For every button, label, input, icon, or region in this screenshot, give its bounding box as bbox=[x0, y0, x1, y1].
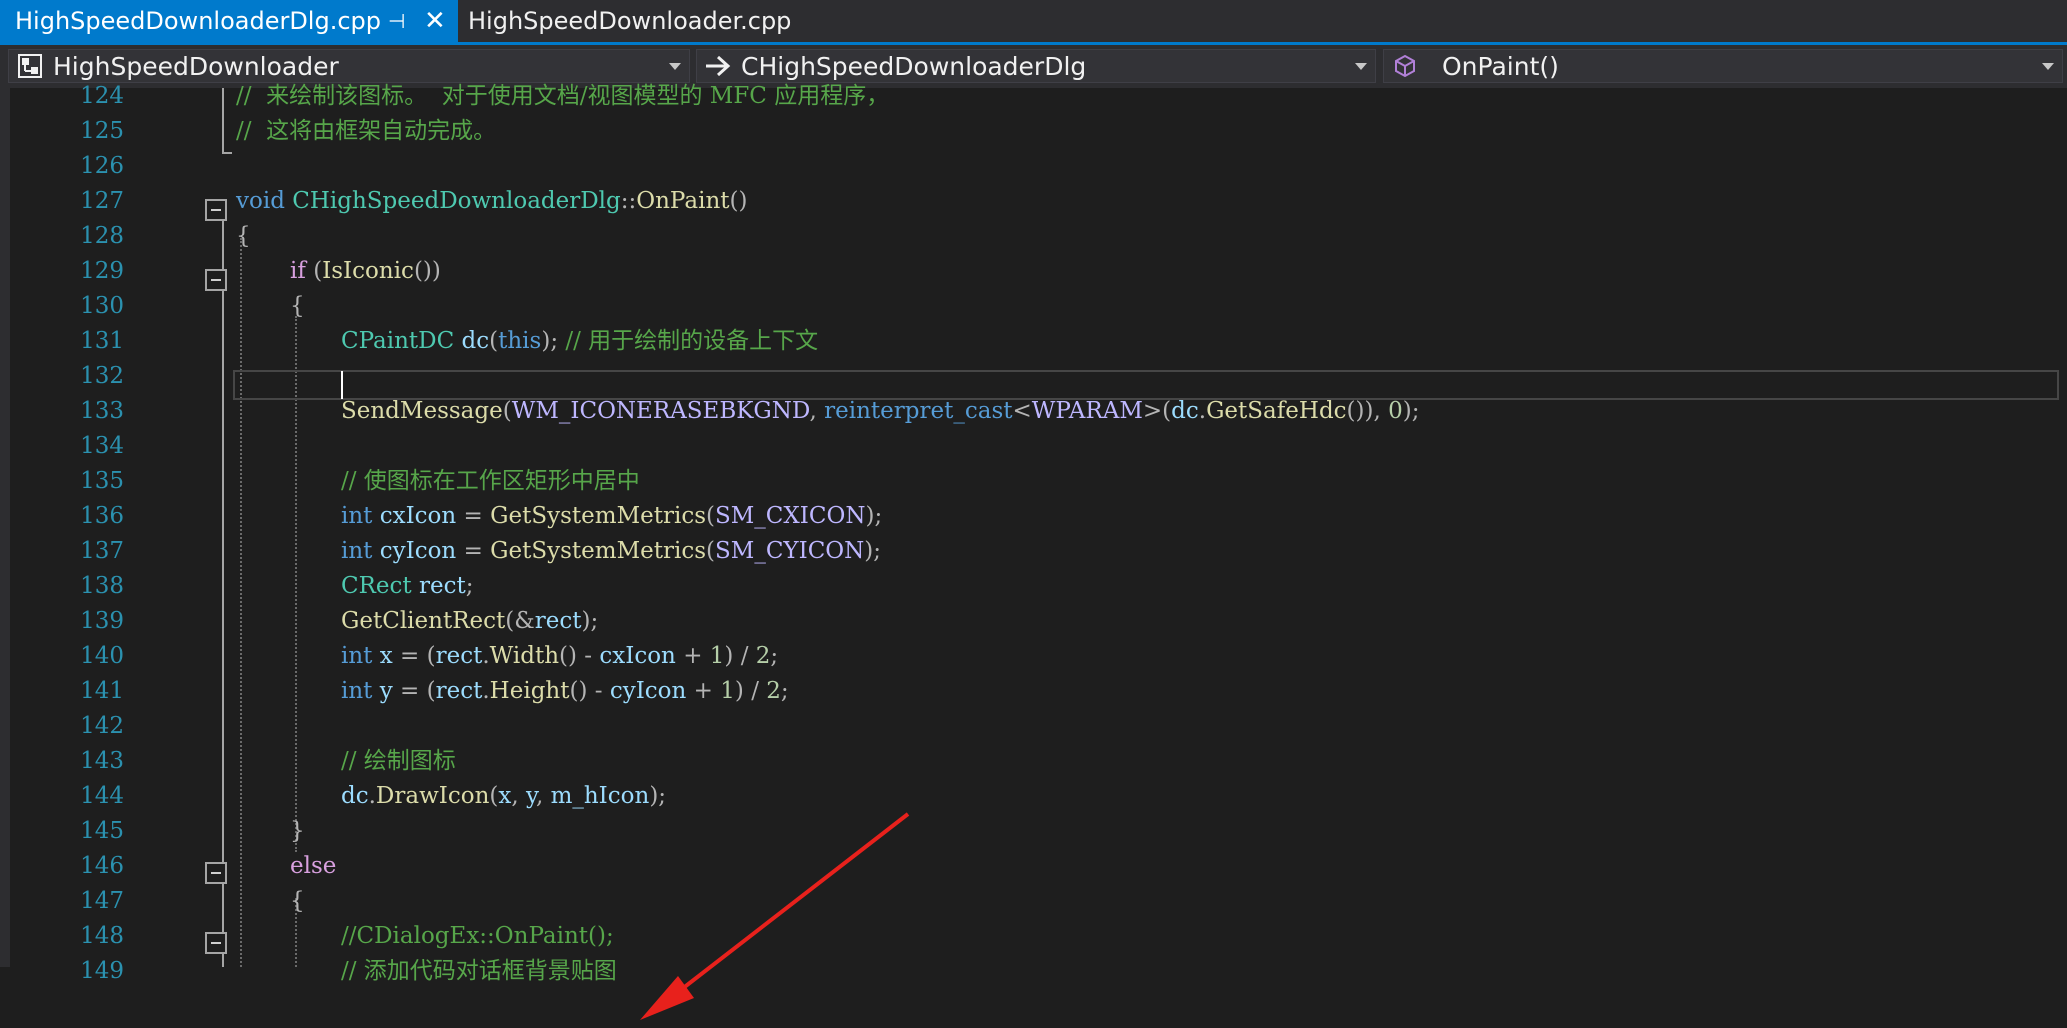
code-text: SendMessage(WM_ICONERASEBKGND, reinterpr… bbox=[341, 398, 1420, 424]
code-line: 132 bbox=[0, 359, 2067, 394]
line-number: 131 bbox=[80, 328, 124, 354]
line-number: 138 bbox=[80, 573, 124, 599]
line-number: 145 bbox=[80, 818, 124, 844]
line-number: 128 bbox=[80, 223, 124, 249]
line-number: 133 bbox=[80, 398, 124, 424]
line-number: 149 bbox=[80, 958, 124, 984]
code-line: 142 bbox=[0, 709, 2067, 744]
code-text: { bbox=[290, 293, 305, 319]
code-text: int cyIcon = GetSystemMetrics(SM_CYICON)… bbox=[341, 538, 882, 564]
line-number: 125 bbox=[80, 118, 124, 144]
code-line: 135 // 使图标在工作区矩形中居中 bbox=[0, 464, 2067, 499]
code-line: 148 //CDialogEx::OnPaint(); bbox=[0, 919, 2067, 954]
document-tab-strip: HighSpeedDownloaderDlg.cpp ⊣ ✕ HighSpeed… bbox=[0, 0, 2067, 45]
chevron-down-icon bbox=[1355, 63, 1367, 70]
code-text: CPaintDC dc(this); // 用于绘制的设备上下文 bbox=[341, 328, 819, 354]
code-text: int cxIcon = GetSystemMetrics(SM_CXICON)… bbox=[341, 503, 883, 529]
line-number: 142 bbox=[80, 713, 124, 739]
code-line: 144 dc.DrawIcon(x, y, m_hIcon); bbox=[0, 779, 2067, 814]
code-line: 125 // 这将由框架自动完成。 bbox=[0, 114, 2067, 149]
code-text: // 添加代码对话框背景贴图 bbox=[341, 958, 617, 984]
code-line: 139 GetClientRect(&rect); bbox=[0, 604, 2067, 639]
code-line: 138 CRect rect; bbox=[0, 569, 2067, 604]
project-label: HighSpeedDownloader bbox=[53, 51, 339, 81]
arrow-right-icon bbox=[703, 51, 733, 81]
code-text: } bbox=[290, 818, 305, 844]
code-text: void CHighSpeedDownloaderDlg::OnPaint() bbox=[236, 188, 748, 214]
code-line: 143 // 绘制图标 bbox=[0, 744, 2067, 779]
project-dropdown[interactable]: HighSpeedDownloader bbox=[8, 49, 690, 83]
comment: // 这将由框架自动完成。 bbox=[236, 118, 497, 144]
tab-highspeeddownloader-cpp[interactable]: HighSpeedDownloader.cpp bbox=[458, 0, 792, 42]
line-number: 137 bbox=[80, 538, 124, 564]
tab-title: HighSpeedDownloader.cpp bbox=[468, 7, 792, 35]
line-number: 130 bbox=[80, 293, 124, 319]
code-line: 126 bbox=[0, 149, 2067, 184]
pin-icon[interactable]: ⊣ bbox=[388, 9, 405, 33]
code-text: if (IsIconic()) bbox=[290, 258, 441, 284]
code-line: 149 // 添加代码对话框背景贴图 bbox=[0, 954, 2067, 989]
scope-dropdown[interactable]: CHighSpeedDownloaderDlg bbox=[696, 49, 1376, 83]
line-number: 127 bbox=[80, 188, 124, 214]
tab-highspeeddownloaderdlg-cpp[interactable]: HighSpeedDownloaderDlg.cpp ⊣ ✕ bbox=[0, 0, 458, 42]
line-number: 136 bbox=[80, 503, 124, 529]
code-line: 134 bbox=[0, 429, 2067, 464]
code-text: GetClientRect(&rect); bbox=[341, 608, 599, 634]
project-icon bbox=[15, 51, 45, 81]
code-line: 137 int cyIcon = GetSystemMetrics(SM_CYI… bbox=[0, 534, 2067, 569]
code-text: else bbox=[290, 853, 337, 879]
line-number: 143 bbox=[80, 748, 124, 774]
line-number: 140 bbox=[80, 643, 124, 669]
code-text: // 使图标在工作区矩形中居中 bbox=[341, 468, 640, 494]
code-line: 130 { bbox=[0, 289, 2067, 324]
line-number: 146 bbox=[80, 853, 124, 879]
comment: // 来绘制该图标。 对于使用文档/视图模型的 MFC 应用程序， bbox=[236, 83, 890, 109]
code-line: 145 } bbox=[0, 814, 2067, 849]
line-number: 141 bbox=[80, 678, 124, 704]
line-number: 144 bbox=[80, 783, 124, 809]
code-line: 146 else bbox=[0, 849, 2067, 884]
line-number: 132 bbox=[80, 363, 124, 389]
code-line: 147 { bbox=[0, 884, 2067, 919]
code-text: //CDialogEx::OnPaint(); bbox=[341, 923, 614, 949]
member-label: OnPaint() bbox=[1442, 51, 1559, 81]
chevron-down-icon bbox=[669, 63, 681, 70]
code-line: 128 { bbox=[0, 219, 2067, 254]
code-text: CRect rect; bbox=[341, 573, 474, 599]
line-number: 147 bbox=[80, 888, 124, 914]
code-text: int y = (rect.Height() - cyIcon + 1) / 2… bbox=[341, 678, 789, 704]
line-number: 129 bbox=[80, 258, 124, 284]
code-text: { bbox=[290, 888, 305, 914]
code-line: 124 // 来绘制该图标。 对于使用文档/视图模型的 MFC 应用程序， bbox=[0, 79, 2067, 114]
close-icon[interactable]: ✕ bbox=[424, 6, 446, 36]
code-text: { bbox=[236, 223, 251, 249]
code-text: int x = (rect.Width() - cxIcon + 1) / 2; bbox=[341, 643, 779, 669]
code-editor[interactable]: 124 // 来绘制该图标。 对于使用文档/视图模型的 MFC 应用程序， 12… bbox=[0, 83, 2067, 1020]
code-line: 129 if (IsIconic()) bbox=[0, 254, 2067, 289]
line-number: 139 bbox=[80, 608, 124, 634]
method-cube-icon bbox=[1390, 51, 1420, 81]
code-line: 141 int y = (rect.Height() - cyIcon + 1)… bbox=[0, 674, 2067, 709]
code-text: // 绘制图标 bbox=[341, 748, 456, 774]
code-line: 133 SendMessage(WM_ICONERASEBKGND, reint… bbox=[0, 394, 2067, 429]
code-text: dc.DrawIcon(x, y, m_hIcon); bbox=[341, 783, 667, 809]
line-number: 126 bbox=[80, 153, 124, 179]
code-line: 127 void CHighSpeedDownloaderDlg::OnPain… bbox=[0, 184, 2067, 219]
code-line: 136 int cxIcon = GetSystemMetrics(SM_CXI… bbox=[0, 499, 2067, 534]
line-number: 135 bbox=[80, 468, 124, 494]
scope-label: CHighSpeedDownloaderDlg bbox=[741, 51, 1087, 81]
tab-title: HighSpeedDownloaderDlg.cpp bbox=[15, 7, 381, 35]
chevron-down-icon bbox=[2042, 63, 2054, 70]
line-number: 134 bbox=[80, 433, 124, 459]
code-line: 131 CPaintDC dc(this); // 用于绘制的设备上下文 bbox=[0, 324, 2067, 359]
member-dropdown[interactable]: OnPaint() bbox=[1383, 49, 2063, 83]
annotation-arrow bbox=[640, 812, 910, 1020]
code-line: 140 int x = (rect.Width() - cxIcon + 1) … bbox=[0, 639, 2067, 674]
line-number: 124 bbox=[80, 83, 124, 109]
line-number: 148 bbox=[80, 923, 124, 949]
